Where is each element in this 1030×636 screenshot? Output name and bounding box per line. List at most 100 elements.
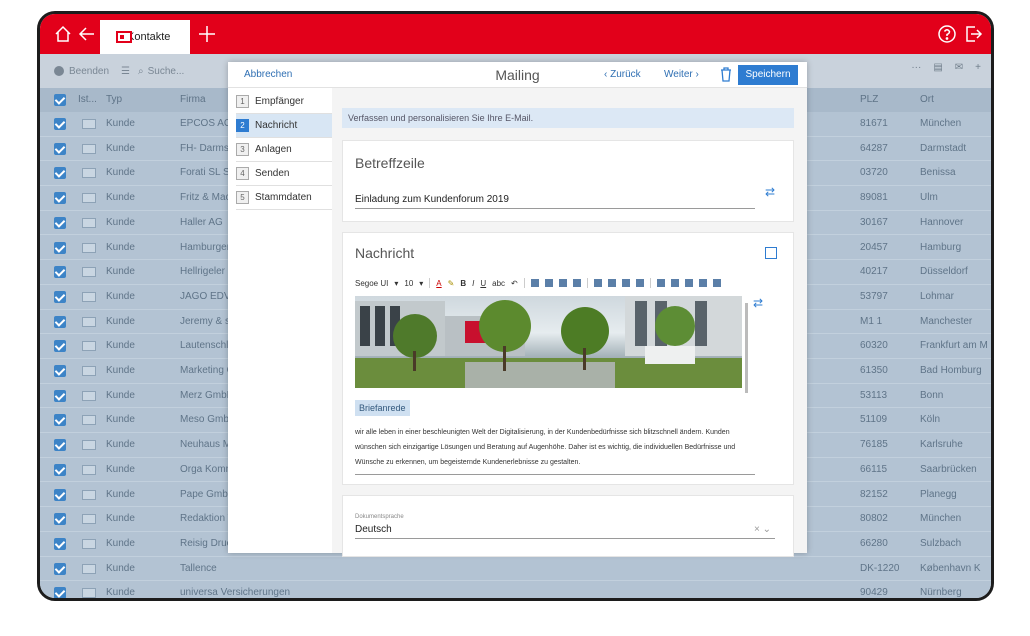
row-checkbox[interactable] bbox=[54, 587, 66, 598]
size-select[interactable]: 10 bbox=[404, 279, 413, 288]
trash-icon[interactable] bbox=[719, 66, 733, 82]
greeting-placeholder[interactable]: Briefanrede bbox=[355, 400, 410, 416]
vcard-icon bbox=[82, 489, 96, 500]
step-senden[interactable]: 4 Senden bbox=[236, 162, 332, 186]
step-anlagen[interactable]: 3 Anlagen bbox=[236, 138, 332, 162]
cell-ort: Darmstadt bbox=[920, 142, 967, 154]
document-icon[interactable]: ▤ bbox=[933, 62, 942, 73]
search-input[interactable]: Suche... bbox=[148, 66, 185, 77]
back-button[interactable]: ‹ Zurück bbox=[604, 69, 641, 80]
back-arrow-icon[interactable] bbox=[76, 23, 98, 45]
cell-ort: München bbox=[920, 513, 962, 525]
bold-icon[interactable]: B bbox=[460, 279, 466, 288]
align-left-icon[interactable] bbox=[530, 279, 539, 287]
row-checkbox[interactable] bbox=[54, 463, 66, 476]
row-checkbox[interactable] bbox=[54, 340, 66, 353]
header-image bbox=[355, 296, 742, 388]
highlight-icon[interactable]: ✎ bbox=[448, 279, 455, 288]
expand-icon[interactable] bbox=[765, 247, 777, 259]
size-dropdown-icon[interactable]: ▾ bbox=[419, 279, 423, 288]
align-right-icon[interactable] bbox=[558, 279, 567, 287]
close-circle-icon[interactable] bbox=[54, 66, 64, 76]
mail-icon[interactable]: ✉ bbox=[955, 62, 963, 73]
print-icon[interactable] bbox=[698, 279, 707, 287]
table-row[interactable]: Kunde Tallence DK-1220 København K bbox=[40, 557, 991, 582]
clear-chevron-icon[interactable]: × ⌄ bbox=[754, 524, 771, 535]
bullet-list-icon[interactable] bbox=[593, 279, 602, 287]
step-nachricht[interactable]: 2 Nachricht bbox=[236, 114, 332, 138]
cell-typ: Kunde bbox=[106, 562, 135, 574]
row-checkbox[interactable] bbox=[54, 562, 66, 575]
language-label: Dokumentsprache bbox=[355, 514, 404, 520]
help-icon[interactable] bbox=[936, 23, 958, 45]
align-center-icon[interactable] bbox=[544, 279, 553, 287]
row-checkbox[interactable] bbox=[54, 290, 66, 303]
quit-button[interactable]: Beenden bbox=[69, 66, 109, 77]
row-checkbox[interactable] bbox=[54, 216, 66, 229]
logout-icon[interactable] bbox=[962, 23, 984, 45]
row-checkbox[interactable] bbox=[54, 167, 66, 180]
menu-icon[interactable]: ☰ bbox=[121, 66, 130, 77]
indent-icon[interactable] bbox=[621, 279, 630, 287]
font-select[interactable]: Segoe UI bbox=[355, 279, 388, 288]
link-icon[interactable] bbox=[656, 279, 665, 287]
col-header-firma[interactable]: Firma bbox=[180, 94, 206, 105]
editor-scrollbar[interactable] bbox=[745, 303, 748, 393]
row-checkbox[interactable] bbox=[54, 537, 66, 550]
save-button[interactable]: Speichern bbox=[738, 65, 798, 85]
row-checkbox[interactable] bbox=[54, 118, 66, 130]
add-tab-icon[interactable] bbox=[196, 23, 218, 45]
row-checkbox[interactable] bbox=[54, 439, 66, 452]
col-header-typ[interactable]: Typ bbox=[106, 94, 122, 105]
insert-field-icon[interactable]: ⇄ bbox=[753, 296, 763, 310]
font-color-icon[interactable]: A bbox=[436, 279, 441, 288]
table-row[interactable]: Kunde universa Versicherungen 90429 Nürnber… bbox=[40, 581, 991, 598]
table-icon[interactable] bbox=[684, 279, 693, 287]
insert-field-icon[interactable]: ⇄ bbox=[765, 185, 775, 199]
col-header-ist[interactable]: Ist... bbox=[78, 94, 97, 105]
select-all-checkbox[interactable] bbox=[54, 94, 66, 106]
row-checkbox[interactable] bbox=[54, 488, 66, 501]
image-icon[interactable] bbox=[670, 279, 679, 287]
strike-icon[interactable]: abc bbox=[492, 279, 505, 288]
row-checkbox[interactable] bbox=[54, 192, 66, 205]
row-checkbox[interactable] bbox=[54, 414, 66, 427]
vcard-icon bbox=[82, 242, 96, 253]
row-checkbox[interactable] bbox=[54, 142, 66, 155]
col-header-plz[interactable]: PLZ bbox=[860, 94, 878, 105]
next-button[interactable]: Weiter › bbox=[664, 69, 699, 80]
outdent-icon[interactable] bbox=[635, 279, 644, 287]
numbered-list-icon[interactable] bbox=[607, 279, 616, 287]
row-checkbox[interactable] bbox=[54, 513, 66, 526]
cell-typ: Kunde bbox=[106, 216, 135, 228]
message-body[interactable]: wir alle leben in einer beschleunigten W… bbox=[355, 425, 755, 470]
subject-input[interactable]: Einladung zum Kundenforum 2019 bbox=[355, 191, 755, 209]
tab-kontakte[interactable]: Kontakte bbox=[100, 20, 190, 54]
row-checkbox[interactable] bbox=[54, 389, 66, 402]
cell-ort: Benissa bbox=[920, 167, 956, 179]
row-checkbox[interactable] bbox=[54, 266, 66, 279]
more-icon[interactable]: ··· bbox=[911, 62, 921, 73]
language-select[interactable]: Deutsch × ⌄ bbox=[355, 524, 775, 539]
add-icon[interactable]: + bbox=[975, 62, 981, 73]
font-dropdown-icon[interactable]: ▾ bbox=[394, 279, 398, 288]
vcard-icon bbox=[82, 588, 96, 598]
vcard-icon bbox=[82, 464, 96, 475]
cell-typ: Kunde bbox=[106, 513, 135, 525]
home-icon[interactable] bbox=[52, 23, 74, 45]
subject-heading: Betreffzeile bbox=[355, 155, 425, 171]
underline-icon[interactable]: U bbox=[480, 279, 486, 288]
step-empfaenger[interactable]: 1 Empfänger bbox=[236, 90, 332, 114]
step-label: Stammdaten bbox=[255, 192, 312, 203]
editor-toolbar: Segoe UI ▾ 10 ▾ A ✎ B I U abc ↶ bbox=[355, 276, 755, 290]
row-checkbox[interactable] bbox=[54, 365, 66, 377]
undo-icon[interactable]: ↶ bbox=[511, 279, 518, 288]
justify-icon[interactable] bbox=[572, 279, 581, 287]
col-header-ort[interactable]: Ort bbox=[920, 94, 934, 105]
row-checkbox[interactable] bbox=[54, 241, 66, 254]
row-checkbox[interactable] bbox=[54, 315, 66, 328]
step-stammdaten[interactable]: 5 Stammdaten bbox=[236, 186, 332, 210]
source-icon[interactable] bbox=[712, 279, 721, 287]
cell-plz: 76185 bbox=[860, 439, 888, 451]
italic-icon[interactable]: I bbox=[472, 279, 474, 288]
